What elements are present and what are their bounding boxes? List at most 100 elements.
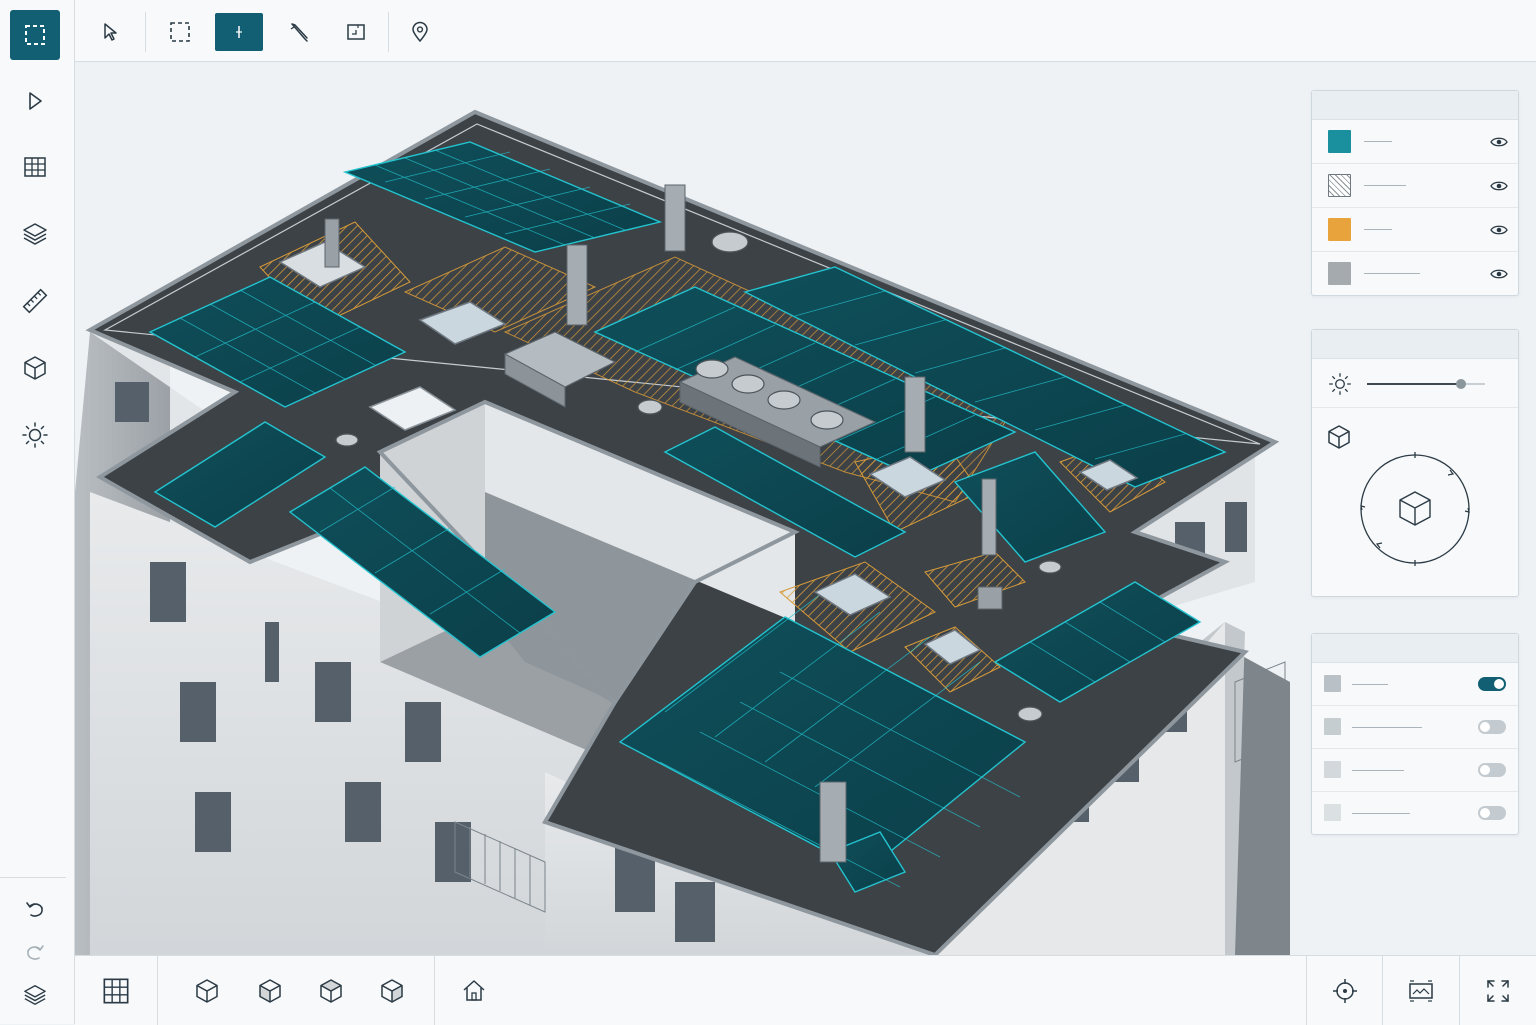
frame-icon bbox=[347, 24, 365, 40]
screenshot-icon bbox=[1409, 980, 1433, 1002]
layers-panel bbox=[1311, 90, 1519, 296]
toggle-knob bbox=[1480, 765, 1490, 775]
locate-button[interactable] bbox=[1326, 972, 1364, 1010]
toggle-row[interactable] bbox=[1312, 749, 1518, 792]
toggle-knob bbox=[1480, 808, 1490, 818]
view-cube-front-icon bbox=[196, 979, 218, 1003]
visibility-toggles-panel bbox=[1311, 633, 1519, 835]
sun-tool[interactable] bbox=[10, 410, 60, 460]
grid-icon bbox=[24, 157, 46, 177]
toolbar-divider bbox=[434, 956, 435, 1025]
top-toolbar bbox=[75, 0, 1536, 62]
cube-icon[interactable] bbox=[1326, 424, 1352, 450]
sun-slider-row bbox=[1312, 359, 1518, 408]
view-cube-left-icon bbox=[259, 979, 281, 1003]
marquee-select-tool[interactable] bbox=[10, 10, 60, 60]
crosshair-icon bbox=[236, 26, 242, 38]
view-panel-header bbox=[1312, 330, 1518, 359]
rail-divider bbox=[0, 877, 66, 878]
layer-swatch-teal bbox=[1328, 130, 1351, 153]
toggle-switch[interactable] bbox=[1478, 806, 1506, 820]
pin-tool-button[interactable] bbox=[396, 13, 444, 51]
toggle-switch[interactable] bbox=[1478, 763, 1506, 777]
layer-label-placeholder bbox=[1364, 273, 1420, 274]
layer-row-gray[interactable] bbox=[1312, 252, 1518, 295]
toolbar-divider bbox=[157, 956, 158, 1025]
toggle-row[interactable] bbox=[1312, 663, 1518, 706]
view-cube-top-icon bbox=[320, 979, 342, 1003]
eye-icon[interactable] bbox=[1490, 221, 1508, 239]
marquee-tool-button[interactable] bbox=[156, 13, 204, 51]
marquee-select-icon bbox=[25, 25, 45, 45]
layers-tool[interactable] bbox=[10, 209, 60, 259]
draw-tool-button[interactable] bbox=[275, 13, 323, 51]
screenshot-button[interactable] bbox=[1402, 972, 1440, 1010]
eye-icon[interactable] bbox=[1490, 177, 1508, 195]
marquee-select-icon bbox=[170, 22, 190, 42]
layers-panel-header bbox=[1312, 91, 1518, 120]
left-toolbar bbox=[0, 0, 75, 1024]
layer-label-placeholder bbox=[1364, 229, 1392, 230]
orbit-icon[interactable] bbox=[1356, 450, 1474, 568]
toggle-switch[interactable] bbox=[1478, 720, 1506, 734]
frame-tool-button[interactable] bbox=[332, 13, 380, 51]
layer-row-orange[interactable] bbox=[1312, 208, 1518, 252]
view-panel bbox=[1311, 329, 1519, 597]
bottom-toolbar bbox=[75, 955, 1536, 1025]
fullscreen-button[interactable] bbox=[1479, 972, 1517, 1010]
view-cube-right-icon bbox=[381, 979, 403, 1003]
pointer-tool[interactable] bbox=[10, 76, 60, 126]
toggle-label-placeholder bbox=[1352, 727, 1422, 728]
toggle-row-swatch bbox=[1324, 718, 1341, 735]
cube-icon bbox=[24, 356, 46, 380]
target-icon bbox=[1333, 979, 1357, 1003]
layer-row-hatched[interactable] bbox=[1312, 164, 1518, 208]
point-tool-button[interactable] bbox=[215, 13, 263, 51]
toggles-panel-header bbox=[1312, 634, 1518, 663]
toggle-label-placeholder bbox=[1352, 770, 1404, 771]
layer-swatch-gray bbox=[1328, 262, 1351, 285]
toolbar-divider bbox=[1306, 956, 1307, 1025]
sun-slider-thumb[interactable] bbox=[1456, 379, 1467, 389]
view-right-button[interactable] bbox=[373, 972, 411, 1010]
layer-row-solar-panels[interactable] bbox=[1312, 120, 1518, 164]
grid-view-button[interactable] bbox=[97, 972, 135, 1010]
toolbar-divider bbox=[1459, 956, 1460, 1025]
view-left-button[interactable] bbox=[251, 972, 289, 1010]
home-icon bbox=[463, 980, 485, 1001]
redo-icon bbox=[27, 945, 44, 960]
grid-tool[interactable] bbox=[10, 142, 60, 192]
toggle-label-placeholder bbox=[1352, 684, 1388, 685]
pen-icon bbox=[290, 23, 308, 42]
select-tool-button[interactable] bbox=[87, 13, 135, 51]
layer-swatch-orange bbox=[1328, 218, 1351, 241]
toggle-row-swatch bbox=[1324, 675, 1341, 692]
toggle-switch[interactable] bbox=[1478, 677, 1506, 691]
sun-slider-track[interactable] bbox=[1367, 379, 1485, 389]
toggle-knob bbox=[1494, 679, 1504, 689]
layers-button[interactable] bbox=[10, 970, 60, 1020]
toggle-row-swatch bbox=[1324, 761, 1341, 778]
fullscreen-icon bbox=[1487, 980, 1509, 1002]
eye-icon[interactable] bbox=[1490, 265, 1508, 283]
home-view-button[interactable] bbox=[455, 972, 493, 1010]
toggle-row[interactable] bbox=[1312, 706, 1518, 749]
grid-icon bbox=[103, 978, 129, 1004]
layer-label-placeholder bbox=[1364, 185, 1406, 186]
sun-icon bbox=[1329, 373, 1351, 395]
toggle-knob bbox=[1480, 722, 1490, 732]
pointer-icon bbox=[29, 92, 42, 110]
view-top-button[interactable] bbox=[312, 972, 350, 1010]
background-building bbox=[1235, 652, 1290, 955]
sun-icon bbox=[22, 422, 48, 448]
sun-slider-fill bbox=[1367, 383, 1462, 385]
undo-icon bbox=[26, 902, 43, 917]
toggle-row[interactable] bbox=[1312, 792, 1518, 834]
3d-object-tool[interactable] bbox=[10, 343, 60, 393]
toggle-label-placeholder bbox=[1352, 813, 1410, 814]
layer-swatch-hatched bbox=[1328, 174, 1351, 197]
eye-icon[interactable] bbox=[1490, 133, 1508, 151]
measure-tool[interactable] bbox=[10, 276, 60, 326]
layers-icon bbox=[24, 985, 46, 1006]
view-front-button[interactable] bbox=[188, 972, 226, 1010]
